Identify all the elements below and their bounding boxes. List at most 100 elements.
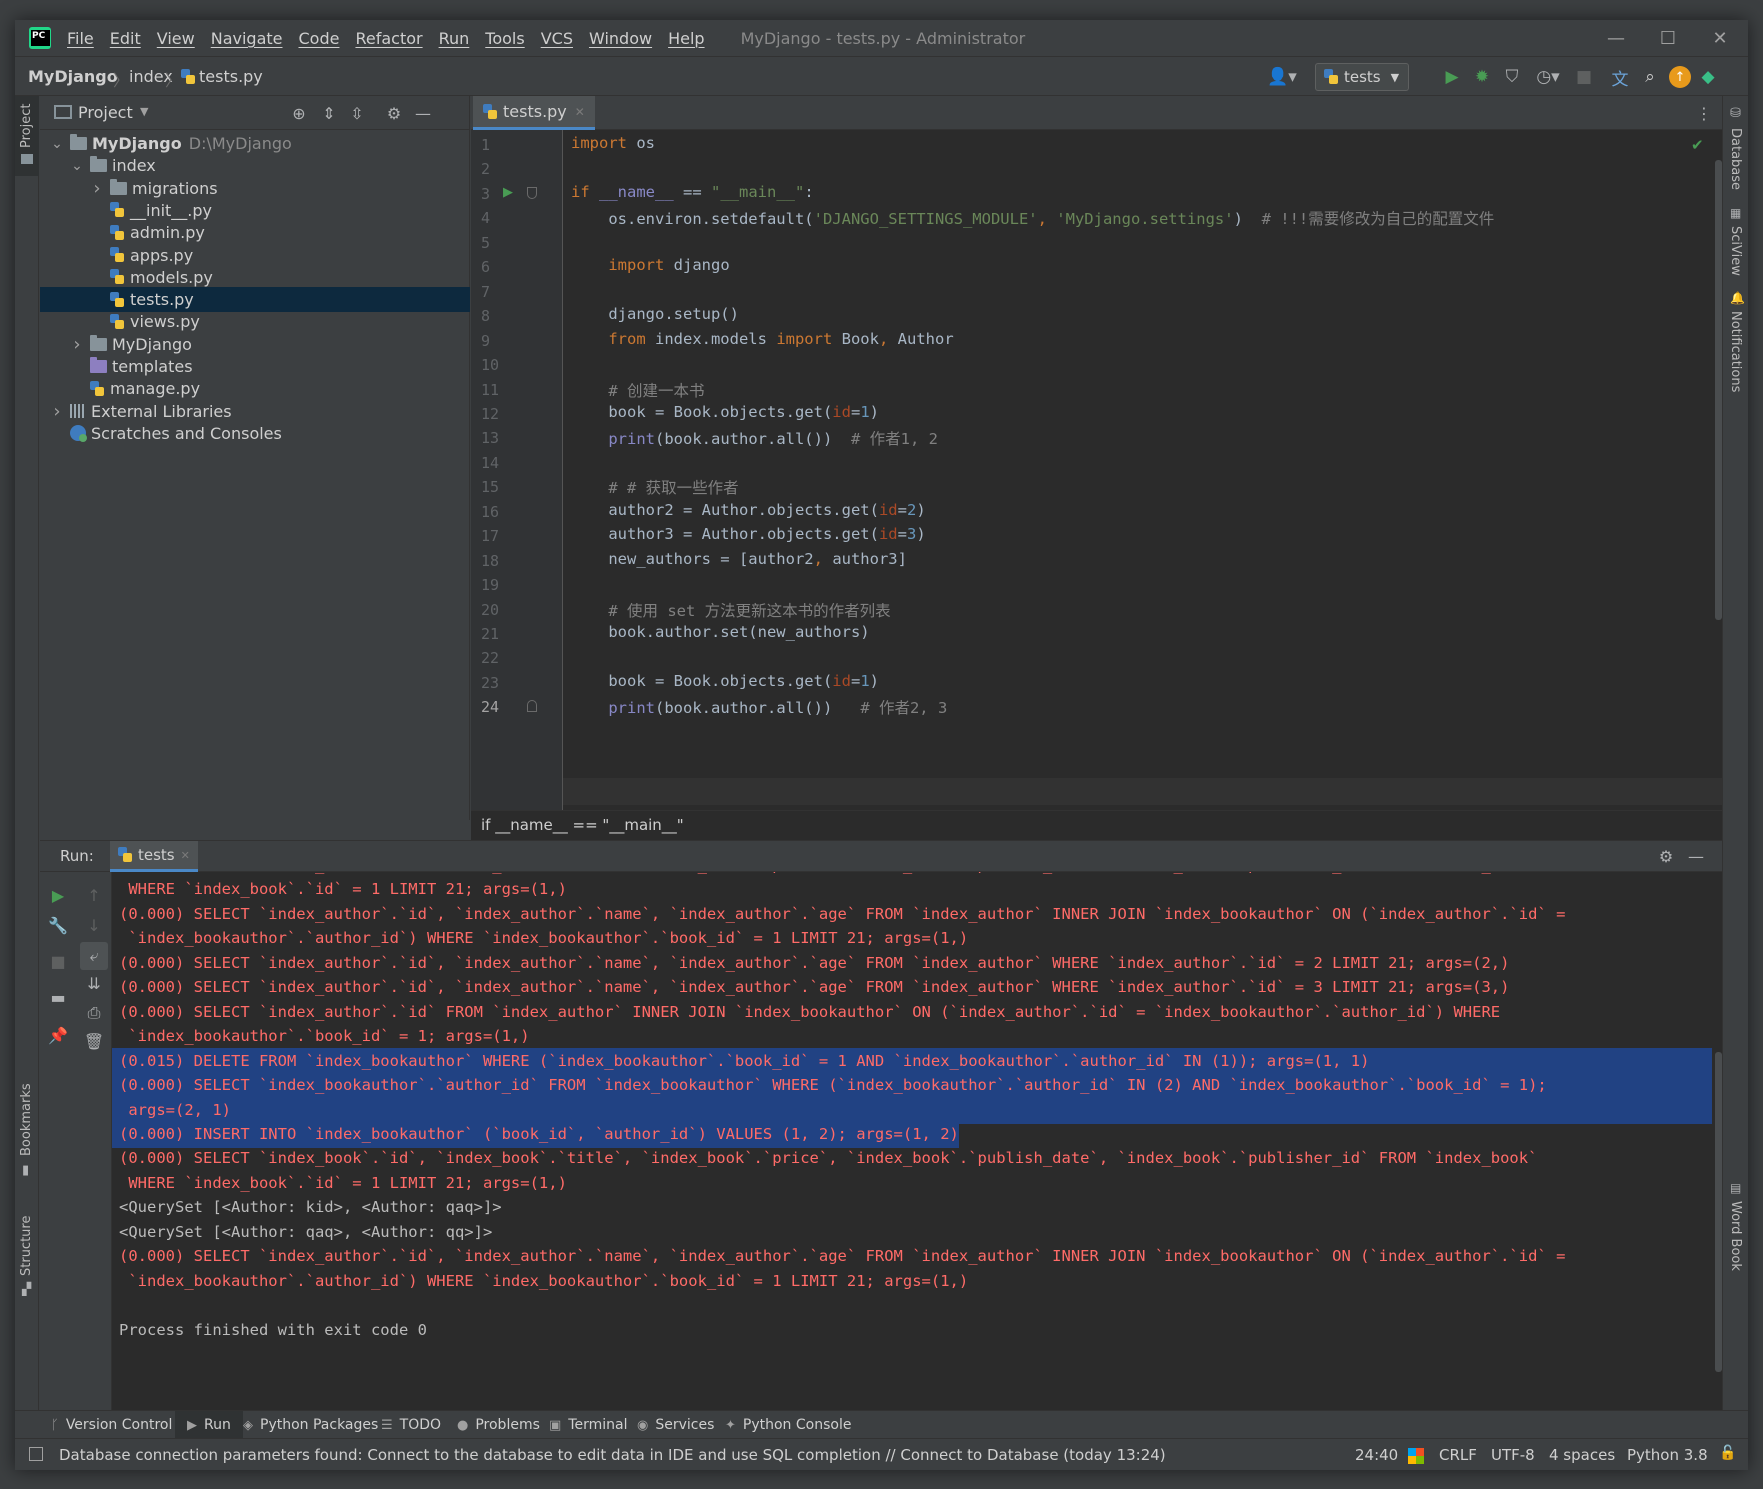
tree-item[interactable]: manage.py (40, 376, 470, 401)
sciview-tool-button[interactable]: ▦ SciView (1723, 206, 1748, 286)
tree-item[interactable]: ⌄ MyDjango D:\MyDjango (40, 131, 470, 156)
code-editor[interactable]: import os if __name__ == "__main__": os.e… (563, 130, 1722, 810)
gear-icon[interactable]: ⚙ (383, 102, 405, 124)
menu-view[interactable]: View (157, 29, 195, 48)
pin-icon[interactable]: 📌 (47, 1024, 69, 1046)
console-scrollbar[interactable] (1715, 1052, 1722, 1372)
coverage-icon[interactable]: ⛉ (1501, 66, 1523, 88)
plugin-icon[interactable]: ◆ (1697, 66, 1719, 88)
tree-item[interactable]: › MyDjango (40, 332, 470, 357)
lock-icon[interactable]: 🔓 (1719, 1445, 1736, 1461)
tree-item[interactable]: tests.py (40, 287, 470, 313)
menu-vcs[interactable]: VCS (541, 29, 573, 48)
search-icon[interactable]: ⌕ (1639, 66, 1661, 88)
close-tab-icon[interactable]: ✕ (181, 849, 190, 862)
rerun-icon[interactable]: ▶ (47, 884, 69, 906)
collapse-all-icon[interactable]: ⇳ (346, 102, 368, 124)
stop-icon[interactable]: ■ (1573, 66, 1595, 88)
run-gutter-icon[interactable]: ▶ (503, 185, 513, 200)
chevron-down-icon[interactable]: ⌄ (70, 158, 84, 174)
maximize-icon[interactable]: ☐ (1642, 20, 1694, 56)
notifications-tool-button[interactable]: 🔔 Notifications (1723, 291, 1748, 392)
chevron-down-icon[interactable]: ▼ (140, 105, 148, 118)
scroll-to-end-icon[interactable]: ⇊ (83, 972, 105, 994)
profile-icon[interactable]: ◷▾ (1531, 66, 1565, 88)
tool-window-toggle-icon[interactable] (29, 1447, 43, 1461)
line-separator[interactable]: CRLF (1439, 1446, 1477, 1464)
tree-item[interactable]: templates (40, 354, 470, 379)
python-interpreter[interactable]: Python 3.8 (1627, 1446, 1708, 1464)
bottom-tab-services[interactable]: ◉ Services (637, 1411, 714, 1439)
tree-item[interactable]: › External Libraries (40, 399, 470, 424)
run-console[interactable]: (0.000) SELECT `index_book`.`id`, `index… (112, 872, 1722, 1410)
print-icon[interactable]: ⎙ (83, 1002, 105, 1024)
tree-item[interactable]: apps.py (40, 243, 470, 268)
bottom-tab-version-control[interactable]: ᚴ Version Control (51, 1411, 172, 1439)
hide-icon[interactable]: — (412, 102, 434, 124)
trash-icon[interactable]: 🗑 (83, 1030, 105, 1052)
update-icon[interactable]: ↑ (1669, 66, 1691, 88)
tree-item[interactable]: ⌄ index (40, 153, 470, 178)
debug-icon[interactable]: ✹ (1471, 66, 1493, 88)
wordbook-tool-button[interactable]: ▤ Word Book (1723, 1181, 1748, 1281)
menu-tools[interactable]: Tools (485, 29, 524, 48)
tree-item[interactable]: views.py (40, 309, 470, 334)
wrench-icon[interactable]: 🔧 (47, 914, 69, 936)
minimize-icon[interactable]: — (1590, 20, 1642, 56)
bookmarks-tool-button[interactable]: Bookmarks ▮ (15, 1071, 39, 1181)
structure-tool-button[interactable]: Structure ▞ (15, 1196, 39, 1301)
status-message[interactable]: Database connection parameters found: Co… (59, 1446, 1166, 1464)
menu-run[interactable]: Run (439, 29, 470, 48)
breadcrumb-project[interactable]: MyDjango (28, 67, 118, 86)
run-tab-tests[interactable]: tests ✕ (110, 841, 198, 872)
fold-icon[interactable] (527, 187, 537, 199)
menu-code[interactable]: Code (299, 29, 340, 48)
project-view-select[interactable]: Project (78, 103, 133, 122)
editor-scrollbar[interactable] (1715, 160, 1722, 620)
bottom-tab-python-console[interactable]: ✦ Python Console (725, 1411, 851, 1439)
menu-file[interactable]: File (67, 29, 94, 48)
caret-position[interactable]: 24:40 (1355, 1446, 1398, 1464)
more-options-icon[interactable]: ⋮ (1693, 102, 1715, 124)
file-encoding[interactable]: UTF-8 (1491, 1446, 1535, 1464)
menu-refactor[interactable]: Refactor (355, 29, 422, 48)
tree-item[interactable]: admin.py (40, 220, 470, 245)
editor-breadcrumb[interactable]: if __name__ == "__main__" (481, 816, 684, 834)
chevron-right-icon[interactable]: › (90, 178, 104, 199)
user-icon[interactable]: 👤▾ (1263, 66, 1301, 88)
tree-item[interactable]: Scratches and Consoles (40, 421, 470, 446)
stop-icon[interactable]: ■ (47, 950, 69, 972)
bottom-tab-todo[interactable]: ☰ TODO (381, 1411, 441, 1439)
fold-icon[interactable] (527, 700, 537, 712)
bottom-tab-python-packages[interactable]: ◈ Python Packages (243, 1411, 378, 1439)
indent-setting[interactable]: 4 spaces (1549, 1446, 1615, 1464)
arrow-down-icon[interactable]: ↓ (83, 914, 105, 936)
tree-item[interactable]: › migrations (40, 176, 470, 201)
gear-icon[interactable]: ⚙ (1655, 845, 1677, 867)
close-tab-icon[interactable]: ✕ (575, 105, 585, 119)
chevron-right-icon[interactable]: › (50, 401, 64, 422)
menu-navigate[interactable]: Navigate (211, 29, 283, 48)
close-icon[interactable]: ✕ (1694, 20, 1746, 56)
bottom-tab-problems[interactable]: ● Problems (457, 1411, 540, 1439)
menu-window[interactable]: Window (589, 29, 652, 48)
hide-icon[interactable]: — (1685, 845, 1707, 867)
bottom-tab-terminal[interactable]: ▣ Terminal (549, 1411, 627, 1439)
layout-icon[interactable]: ▬ (47, 986, 69, 1008)
chevron-right-icon[interactable]: › (70, 334, 84, 355)
tree-item[interactable]: __init__.py (40, 198, 470, 223)
arrow-up-icon[interactable]: ↑ (83, 884, 105, 906)
run-icon[interactable]: ▶ (1441, 66, 1463, 88)
menu-edit[interactable]: Edit (110, 29, 141, 48)
menu-help[interactable]: Help (668, 29, 704, 48)
database-tool-button[interactable]: ⛁ Database (1723, 106, 1748, 196)
breadcrumb-file[interactable]: tests.py (199, 67, 263, 86)
run-configuration-select[interactable]: tests ▼ (1315, 63, 1409, 91)
project-tool-button[interactable]: Project (15, 96, 39, 176)
translate-icon[interactable]: 文 (1609, 66, 1631, 90)
expand-all-icon[interactable]: ⇕ (318, 102, 340, 124)
soft-wrap-icon[interactable]: ⤶ (80, 942, 108, 970)
locate-icon[interactable]: ⊕ (288, 102, 310, 124)
bottom-tab-run[interactable]: ▶ Run (175, 1411, 243, 1439)
tree-item[interactable]: models.py (40, 265, 470, 290)
